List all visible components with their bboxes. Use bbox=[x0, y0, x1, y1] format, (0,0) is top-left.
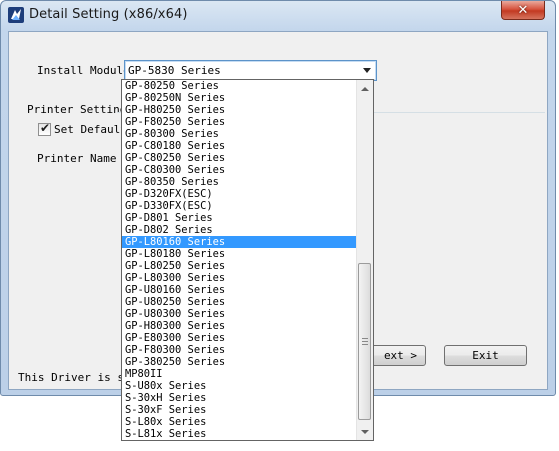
grip-line bbox=[362, 341, 368, 342]
dropdown-option[interactable]: GP-C80180 Series bbox=[122, 140, 356, 152]
printer-name-label: Printer Name bbox=[37, 152, 117, 165]
dropdown-option[interactable]: GP-80250 Series bbox=[122, 80, 356, 92]
dropdown-option[interactable]: GP-U80250 Series bbox=[122, 296, 356, 308]
exit-button-label: Exit bbox=[472, 349, 499, 362]
app-icon bbox=[8, 7, 24, 23]
dropdown-option[interactable]: GP-F80250 Series bbox=[122, 116, 356, 128]
chevron-down-icon[interactable] bbox=[363, 68, 371, 73]
scroll-down-button[interactable] bbox=[357, 423, 373, 440]
grip-line bbox=[362, 338, 368, 339]
dropdown-option[interactable]: GP-80350 Series bbox=[122, 176, 356, 188]
install-module-label: Install Module bbox=[37, 64, 130, 77]
close-button[interactable]: ✕ bbox=[501, 1, 545, 20]
check-icon: ✔ bbox=[40, 121, 51, 135]
dropdown-option[interactable]: S-L81x Series bbox=[122, 428, 356, 440]
arrow-down-icon bbox=[361, 429, 369, 434]
install-module-select[interactable]: GP-5830 Series bbox=[124, 60, 377, 81]
dropdown-option[interactable]: GP-D801 Series bbox=[122, 212, 356, 224]
grip-line bbox=[362, 344, 368, 345]
dropdown-option[interactable]: GP-380250 Series bbox=[122, 356, 356, 368]
dropdown-option[interactable]: S-30xF Series bbox=[122, 404, 356, 416]
dropdown-option[interactable]: GP-80300 Series bbox=[122, 128, 356, 140]
install-module-value: GP-5830 Series bbox=[128, 64, 221, 77]
arrow-up-icon bbox=[361, 86, 369, 91]
dropdown-option[interactable]: GP-F80300 Series bbox=[122, 344, 356, 356]
set-default-label: Set Default bbox=[54, 123, 127, 136]
dropdown-options: GP-80250 Series GP-80250N Series GP-H80250… bbox=[122, 80, 356, 440]
dropdown-scrollbar[interactable] bbox=[356, 80, 373, 440]
window-title: Detail Setting (x86/x64) bbox=[29, 7, 188, 22]
dropdown-option[interactable]: GP-C80250 Series bbox=[122, 152, 356, 164]
dropdown-option[interactable]: GP-L80300 Series bbox=[122, 272, 356, 284]
dropdown-option[interactable]: GP-U80300 Series bbox=[122, 308, 356, 320]
dropdown-option[interactable]: GP-E80300 Series bbox=[122, 332, 356, 344]
dropdown-option[interactable]: GP-D320FX(ESC) bbox=[122, 188, 356, 200]
title-bar[interactable]: Detail Setting (x86/x64) ✕ bbox=[1, 1, 555, 31]
set-default-checkbox[interactable]: ✔ bbox=[38, 121, 51, 136]
dropdown-option[interactable]: GP-L80180 Series bbox=[122, 248, 356, 260]
dropdown-option[interactable]: GP-C80300 Series bbox=[122, 164, 356, 176]
dropdown-option[interactable]: GP-U80160 Series bbox=[122, 284, 356, 296]
printer-setting-group-label: Printer Setting bbox=[27, 103, 127, 116]
close-icon: ✕ bbox=[517, 2, 529, 18]
install-module-dropdown-list[interactable]: GP-80250 Series GP-80250N Series GP-H80250… bbox=[121, 79, 374, 441]
dropdown-option[interactable]: GP-D802 Series bbox=[122, 224, 356, 236]
dropdown-option[interactable]: GP-H80300 Series bbox=[122, 320, 356, 332]
dropdown-option[interactable]: GP-H80250 Series bbox=[122, 104, 356, 116]
dropdown-option[interactable]: GP-L80250 Series bbox=[122, 260, 356, 272]
dropdown-option[interactable]: MP80II bbox=[122, 368, 356, 380]
dropdown-option[interactable]: GP-80250N Series bbox=[122, 92, 356, 104]
scrollbar-thumb[interactable] bbox=[358, 263, 371, 420]
exit-button[interactable]: Exit bbox=[444, 345, 527, 366]
dropdown-option[interactable]: S-L80x Series bbox=[122, 416, 356, 428]
dropdown-option[interactable]: S-30xH Series bbox=[122, 392, 356, 404]
dropdown-option[interactable]: S-U80x Series bbox=[122, 380, 356, 392]
dropdown-option[interactable]: GP-D330FX(ESC) bbox=[122, 200, 356, 212]
dropdown-option[interactable]: GP-L80160 Series bbox=[122, 236, 356, 248]
footer-text: This Driver is sui bbox=[18, 371, 138, 384]
scroll-up-button[interactable] bbox=[357, 80, 373, 97]
